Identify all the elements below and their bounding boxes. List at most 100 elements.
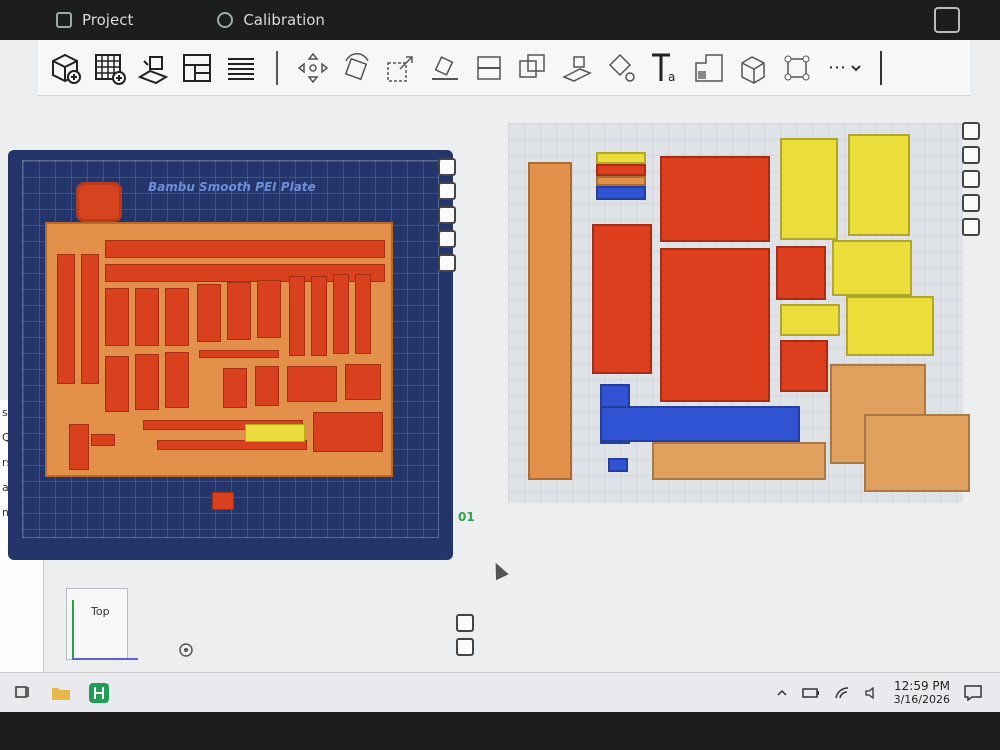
color-swatch-object[interactable] (596, 186, 646, 200)
tab-calibration[interactable]: Calibration (161, 0, 353, 40)
orient-icon[interactable] (962, 170, 980, 188)
tray-slot (105, 356, 129, 412)
double-slot-object[interactable] (592, 224, 652, 374)
cut-button[interactable] (468, 47, 510, 89)
notifications-icon[interactable] (964, 684, 982, 701)
arrange-icon[interactable] (456, 638, 474, 656)
plate2-actions (962, 122, 980, 236)
settings-icon[interactable] (438, 254, 456, 272)
red-block-object[interactable] (780, 340, 828, 392)
battery-icon[interactable] (801, 687, 820, 699)
rotate-button[interactable] (336, 47, 378, 89)
tray-slot (287, 366, 337, 402)
scale-button[interactable] (380, 47, 422, 89)
svg-text:a: a (668, 70, 675, 84)
more-tools-label: ⋯ (828, 57, 846, 78)
yellow-cavity-object[interactable] (832, 240, 912, 296)
import-icon (137, 55, 169, 84)
move-button[interactable] (292, 47, 334, 89)
plate-logo-object[interactable] (76, 182, 122, 222)
task-view-button[interactable] (8, 678, 38, 708)
yellow-holder-object[interactable] (848, 134, 910, 236)
camera-reset-icon[interactable] (176, 640, 196, 660)
more-tools-button[interactable]: ⋯ (820, 57, 870, 78)
six-cavity-large-object[interactable] (660, 248, 770, 402)
close-icon[interactable] (962, 122, 980, 140)
title-right-tools (934, 7, 1000, 33)
toolbar-divider (276, 50, 278, 85)
tray-slot (245, 424, 305, 442)
chevron-down-icon (851, 64, 861, 71)
plate-number: 01 (458, 510, 475, 524)
color-swatch-object[interactable] (596, 176, 646, 186)
clock-date: 3/16/2026 (893, 692, 950, 706)
boolean-button[interactable] (512, 47, 554, 89)
close-icon[interactable] (456, 614, 474, 632)
file-explorer-button[interactable] (46, 678, 76, 708)
six-cavity-object[interactable] (660, 156, 770, 242)
add-cube-button[interactable] (44, 47, 86, 89)
blue-l-bracket-object[interactable] (600, 406, 800, 442)
close-icon[interactable] (438, 158, 456, 176)
assembly-icon (784, 55, 810, 80)
tab-project-label: Project (82, 11, 134, 29)
organizer-tray-object[interactable] (45, 222, 393, 477)
tray-slot (313, 412, 383, 452)
y-axis-indicator (72, 600, 74, 658)
color-swatch-object[interactable] (596, 164, 646, 176)
grid-add-icon (95, 53, 126, 85)
color-swatch-object[interactable] (596, 152, 646, 164)
layers-button[interactable] (220, 47, 262, 89)
wifi-icon[interactable] (834, 686, 850, 700)
bambu-studio-taskbar-button[interactable] (84, 678, 114, 708)
yellow-block-object[interactable] (846, 296, 934, 356)
arrange-icon[interactable] (962, 146, 980, 164)
view-orientation-label: Top (91, 605, 110, 618)
measure-icon (741, 55, 765, 84)
settings-icon[interactable] (962, 218, 980, 236)
main-toolbar: a ⋯ (38, 40, 970, 96)
volume-icon[interactable] (864, 686, 880, 700)
lock-icon[interactable] (438, 230, 456, 248)
blue-small-object[interactable] (608, 458, 628, 472)
import-button[interactable] (132, 47, 174, 89)
tab-calibration-label: Calibration (243, 11, 325, 29)
tray-slot (345, 364, 381, 400)
tray-slot (165, 352, 189, 408)
view-orientation-cube[interactable]: Top (66, 588, 128, 660)
assembly-button[interactable] (776, 47, 818, 89)
puzzle-icon[interactable] (934, 7, 960, 33)
chevron-up-icon[interactable] (776, 687, 788, 699)
system-clock[interactable]: 12:59 PM 3/16/2026 (894, 679, 950, 707)
tray-slot (227, 282, 251, 340)
screen: Project Calibration a ⋯ s Q Bambu Smooth… (0, 0, 1000, 712)
support-paint-button[interactable] (556, 47, 598, 89)
yellow-small-object[interactable] (780, 304, 840, 336)
lay-flat-button[interactable] (424, 47, 466, 89)
color-paint-button[interactable] (600, 47, 642, 89)
tan-tool-tray-object[interactable] (652, 442, 826, 480)
tan-l-object[interactable] (864, 414, 970, 492)
measure-button[interactable] (732, 47, 774, 89)
layout-button[interactable] (176, 47, 218, 89)
grid-cavity-object[interactable] (776, 246, 826, 300)
tray-slot (57, 254, 75, 384)
monitor-bezel (0, 712, 1000, 750)
tray-slot (105, 288, 129, 346)
arrange-icon[interactable] (438, 182, 456, 200)
text-button[interactable]: a (644, 47, 686, 89)
tray-slot (197, 284, 221, 342)
tray-slot (165, 288, 189, 346)
small-object[interactable] (212, 492, 234, 510)
yellow-holder-object[interactable] (780, 138, 838, 240)
long-tray-object[interactable] (528, 162, 572, 480)
lock-icon[interactable] (962, 194, 980, 212)
tab-project[interactable]: Project (0, 0, 161, 40)
layers-icon (228, 57, 254, 80)
add-plate-button[interactable] (88, 47, 130, 89)
tray-slot (91, 434, 115, 446)
emboss-button[interactable] (688, 47, 730, 89)
tray-slot (333, 274, 349, 354)
tray-slot (199, 350, 279, 358)
orient-icon[interactable] (438, 206, 456, 224)
